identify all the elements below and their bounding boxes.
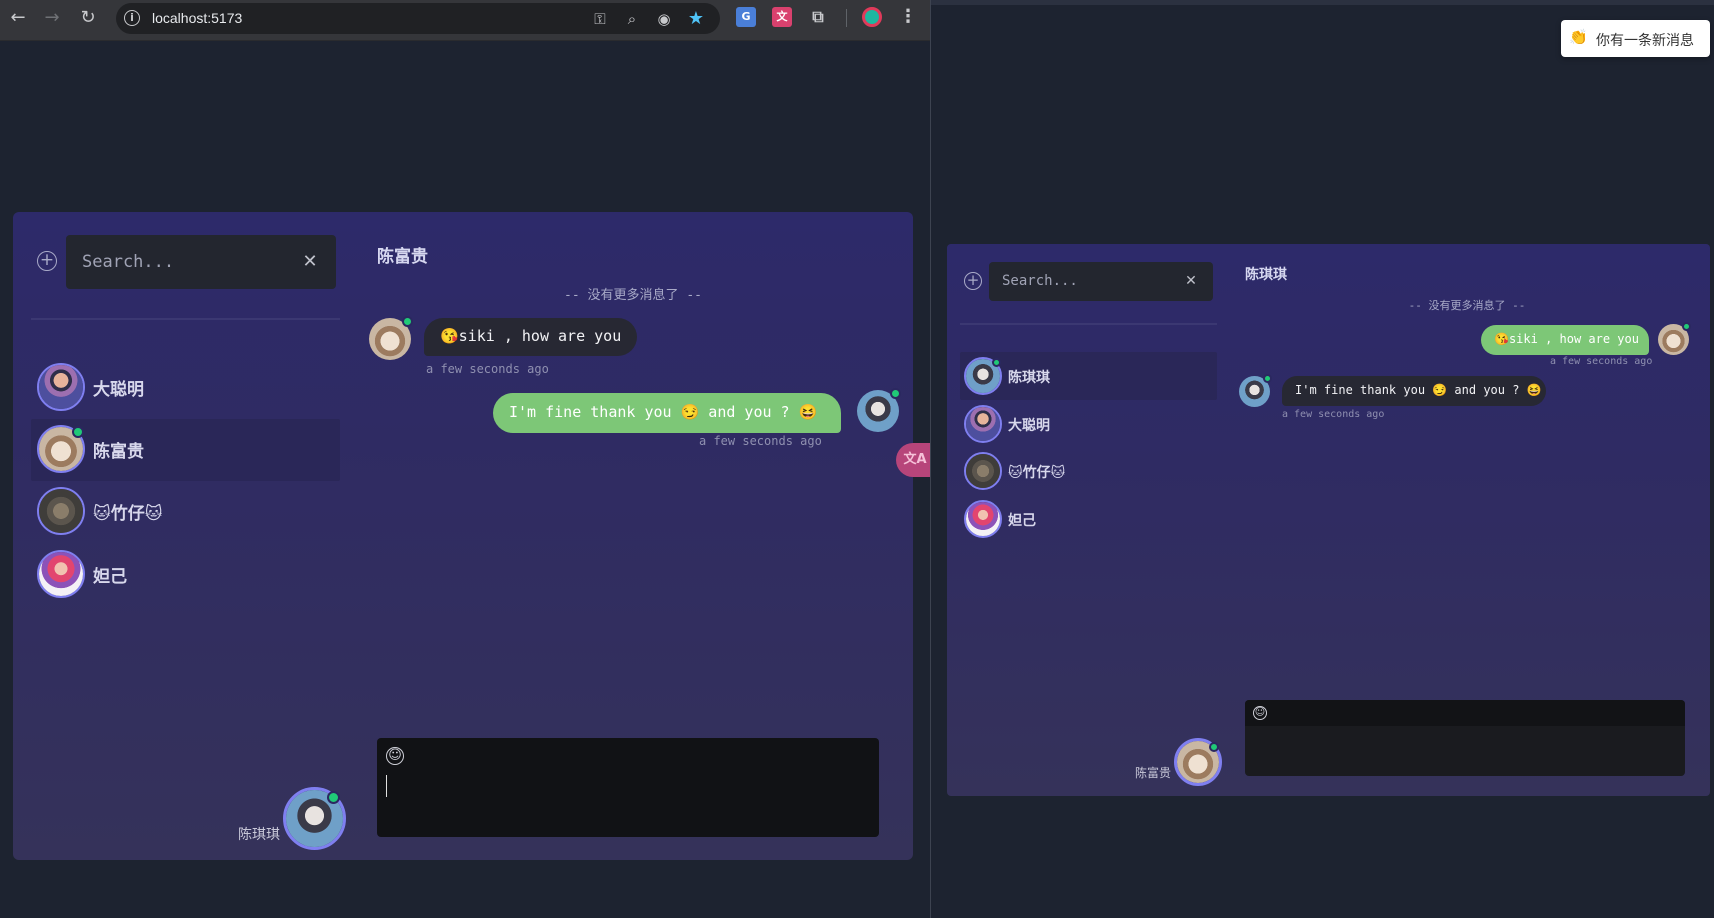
reload-button[interactable]: ↻ [78, 8, 98, 28]
contact-name: 妲己 [93, 567, 127, 587]
avatar [37, 363, 85, 411]
online-status-dot [327, 791, 340, 804]
contact-name: 🐱竹仔🐱 [1008, 465, 1066, 481]
back-button[interactable]: ← [8, 8, 28, 28]
contact-name: 陈富贵 [93, 442, 144, 462]
online-status-dot [1209, 742, 1219, 752]
chat-title: 陈富贵 [377, 247, 428, 267]
current-user-name: 陈琪琪 [238, 827, 280, 843]
clap-icon: 👏 [1569, 28, 1588, 46]
message-time: a few seconds ago [426, 362, 549, 376]
clear-search-icon[interactable]: ✕ [300, 250, 320, 274]
composer-toolbar [1245, 700, 1685, 726]
contact-name: 陈琪琪 [1008, 370, 1050, 386]
message-bubble: 😘siki , how are you [424, 318, 638, 356]
key-icon[interactable]: ⚿ [590, 9, 610, 29]
search-input[interactable] [1002, 271, 1162, 291]
forward-button[interactable]: → [42, 8, 62, 28]
search-box: ✕ [66, 235, 336, 289]
puzzle-icon[interactable]: ⧉ [808, 7, 828, 27]
address-bar[interactable]: i localhost:5173 ⚿ ⌕ ◉ ★ [116, 3, 720, 34]
sidebar-divider [960, 323, 1217, 325]
chat-app: + ✕ 陈琪琪 大聪明 🐱竹仔🐱 妲己 陈富贵 陈琪琪 -- 没有更多消息了 -… [947, 244, 1710, 796]
profile-icon[interactable] [862, 7, 882, 27]
contact-item[interactable]: 🐱竹仔🐱 [31, 481, 340, 543]
contact-item[interactable]: 大聪明 [31, 357, 340, 419]
message-time: a few seconds ago [699, 434, 822, 448]
emoji-icon[interactable]: ☺ [1253, 706, 1267, 720]
online-status-dot [1263, 374, 1272, 383]
current-user-name: 陈富贵 [1135, 766, 1172, 780]
online-status-dot [72, 426, 84, 438]
online-status-dot [1682, 322, 1691, 331]
avatar [964, 405, 1002, 443]
menu-icon[interactable]: ⋮ [898, 7, 918, 27]
toolbar-separator [846, 9, 847, 27]
star-icon[interactable]: ★ [686, 9, 706, 29]
add-icon[interactable]: + [964, 272, 982, 290]
online-status-dot [890, 388, 901, 399]
chat-title: 陈琪琪 [1245, 267, 1287, 283]
online-status-dot [992, 358, 1001, 367]
search-box: ✕ [989, 262, 1213, 301]
text-caret [386, 775, 387, 797]
url-text[interactable]: localhost:5173 [152, 10, 242, 26]
contact-item[interactable]: 陈琪琪 [960, 352, 1217, 400]
contact-item[interactable]: 妲己 [31, 544, 340, 606]
search-input[interactable] [82, 250, 282, 274]
contact-name: 🐱竹仔🐱 [93, 504, 163, 524]
message-composer[interactable]: ☺ [1245, 700, 1685, 776]
contact-name: 妲己 [1008, 513, 1036, 529]
browser-toolbar: ← → ↻ i localhost:5173 ⚿ ⌕ ◉ ★ G 文 ⧉ ⋮ [0, 0, 930, 41]
contact-item[interactable]: 🐱竹仔🐱 [960, 447, 1217, 495]
message-bubble: I'm fine thank you 😏 and you ? 😆 [493, 393, 841, 433]
online-status-dot [402, 316, 413, 327]
contact-item[interactable]: 陈富贵 [31, 419, 340, 481]
avatar [37, 550, 85, 598]
site-info-icon[interactable]: i [124, 10, 140, 26]
left-browser-window: ← → ↻ i localhost:5173 ⚿ ⌕ ◉ ★ G 文 ⧉ ⋮ +… [0, 0, 934, 918]
zoom-icon[interactable]: ⌕ [622, 9, 642, 29]
message-composer[interactable]: ☺ [377, 738, 879, 837]
contact-item[interactable]: 大聪明 [960, 400, 1217, 448]
eye-icon[interactable]: ◉ [654, 9, 674, 29]
contact-item[interactable]: 妲己 [960, 495, 1217, 543]
no-more-messages: -- 没有更多消息了 -- [1408, 299, 1526, 312]
add-icon[interactable]: + [37, 251, 57, 271]
avatar [37, 487, 85, 535]
message-time: a few seconds ago [1282, 409, 1385, 420]
toast-text: 你有一条新消息 [1596, 33, 1694, 49]
avatar [964, 500, 1002, 538]
message-bubble: I'm fine thank you 😏 and you ? 😆 [1282, 376, 1546, 406]
clear-search-icon[interactable]: ✕ [1181, 271, 1201, 291]
contact-name: 大聪明 [93, 380, 144, 400]
chat-app: + ✕ 大聪明 陈富贵 🐱竹仔🐱 [13, 212, 913, 860]
message-bubble: 😘siki , how are you [1481, 325, 1649, 355]
sidebar-divider [31, 318, 340, 320]
google-translate-icon[interactable]: G [736, 7, 756, 27]
no-more-messages: -- 没有更多消息了 -- [564, 288, 702, 303]
new-message-toast[interactable]: 👏 你有一条新消息 [1561, 20, 1710, 57]
avatar [964, 452, 1002, 490]
emoji-icon[interactable]: ☺ [386, 747, 404, 765]
message-time: a few seconds ago [1550, 356, 1653, 367]
translate-floating-button[interactable]: 文A [896, 443, 934, 477]
translate-extension-icon[interactable]: 文 [772, 7, 792, 27]
contact-name: 大聪明 [1008, 418, 1050, 434]
